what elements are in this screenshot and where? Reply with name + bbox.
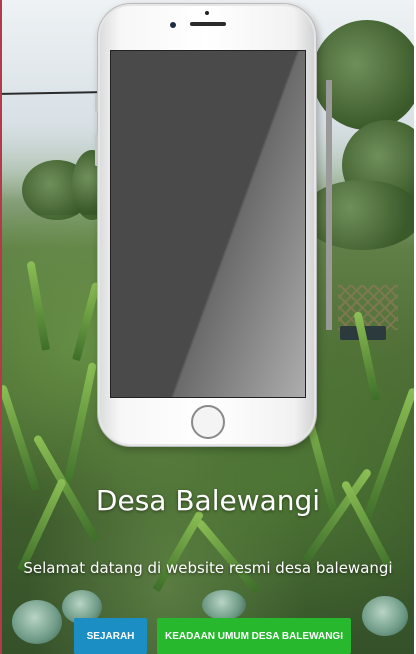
phone-mute-switch [95,94,98,112]
bamboo-fence [338,285,398,330]
cabbage [362,596,408,636]
phone-home-button-icon [191,405,225,439]
cabbage [12,600,62,644]
phone-volume-up [95,134,98,166]
phone-screen [110,50,306,398]
phone-sensor [205,11,209,15]
phone-speaker [190,22,226,26]
left-edge [0,0,2,654]
phone-mockup-icon [95,3,317,447]
sejarah-button[interactable]: SEJARAH [74,618,147,654]
phone-camera-icon [170,22,176,28]
screen-glare [111,51,305,397]
keadaan-umum-button[interactable]: KEADAAN UMUM DESA BALEWANGI [157,618,351,654]
page-subtitle: Selamat datang di website resmi desa bal… [23,559,393,577]
page-title: Desa Balewangi [95,484,321,517]
cabbage [202,590,246,620]
